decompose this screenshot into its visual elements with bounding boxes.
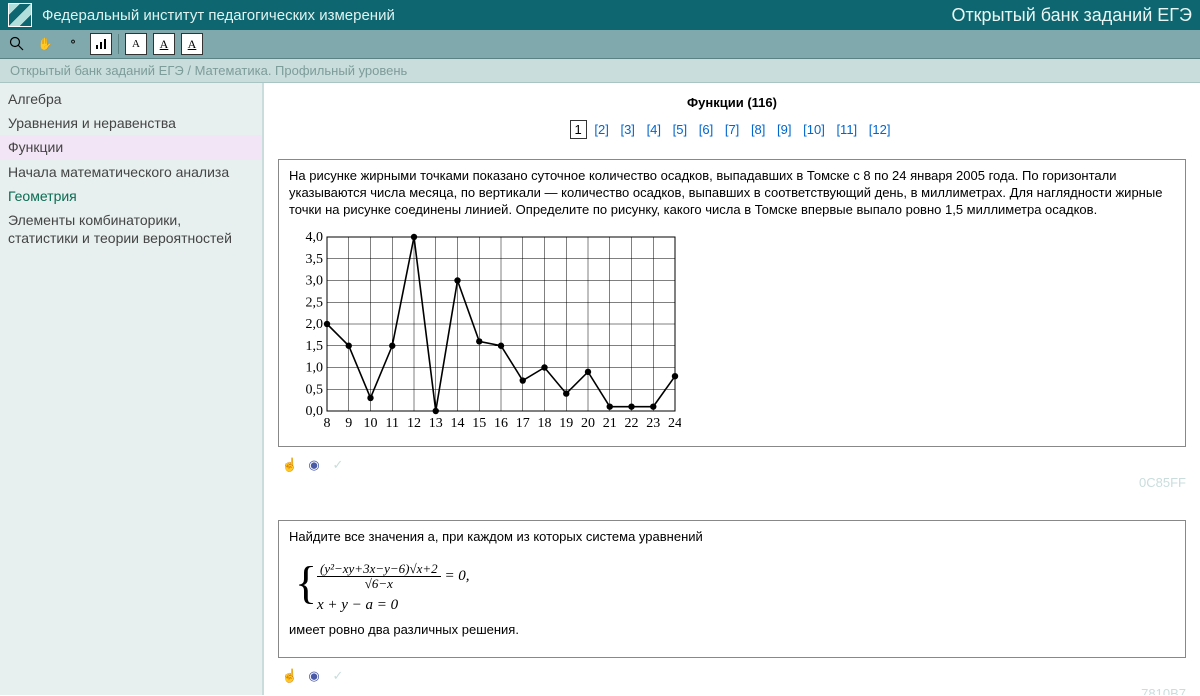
svg-text:23: 23	[646, 416, 660, 431]
font-size-medium[interactable]: A	[153, 33, 175, 55]
header-right: Открытый банк заданий ЕГЭ	[951, 5, 1192, 26]
svg-text:11: 11	[386, 416, 399, 431]
main-layout: Алгебра Уравнения и неравенства Функции …	[0, 83, 1200, 695]
task-code: 0C85FF	[278, 475, 1186, 490]
line-chart: 0,0 0,5 1,0 1,5 2,0 2,5 3,0 3,5 4,0 89 10 11 12 13 14 1…	[291, 231, 681, 431]
task-chart: 0,0 0,5 1,0 1,5 2,0 2,5 3,0 3,5 4,0 89 10 11 12 13 14 1…	[289, 227, 683, 433]
eye-icon[interactable]: ◉	[306, 457, 322, 473]
svg-text:3,5: 3,5	[306, 251, 324, 266]
sidebar-item-analysis[interactable]: Начала математического анализа	[0, 160, 262, 184]
svg-text:3,0: 3,0	[306, 273, 324, 288]
svg-text:0,5: 0,5	[306, 382, 324, 397]
task-text-2: имеет ровно два различных решения.	[289, 622, 1175, 639]
page-link[interactable]: [12]	[865, 121, 895, 138]
svg-text:14: 14	[451, 416, 465, 431]
svg-text:4,0: 4,0	[306, 231, 324, 245]
font-size-small[interactable]: A	[125, 33, 147, 55]
eq-numerator: (y²−xy+3x−y−6)√x+2	[317, 562, 441, 577]
chart-icon[interactable]	[90, 33, 112, 55]
pager: 1 [2] [3] [4] [5] [6] [7] [8] [9] [10] […	[278, 120, 1186, 139]
content-area: Функции (116) 1 [2] [3] [4] [5] [6] [7] …	[262, 83, 1200, 695]
check-icon[interactable]: ✓	[330, 668, 346, 684]
task-card: На рисунке жирными точками показано суто…	[278, 159, 1186, 447]
sidebar-item-combinatorics[interactable]: Элементы комбинаторики, статистики и тео…	[0, 208, 262, 250]
svg-text:24: 24	[668, 416, 681, 431]
brace-icon: {	[295, 560, 317, 606]
sidebar-item-algebra[interactable]: Алгебра	[0, 87, 262, 111]
page-link[interactable]: [10]	[799, 121, 829, 138]
eq-line-2: x + y − a = 0	[317, 597, 1171, 614]
svg-text:16: 16	[494, 416, 508, 431]
eq-denominator: √6−x	[317, 577, 441, 591]
svg-text:22: 22	[625, 416, 639, 431]
logo	[8, 3, 32, 27]
page-link[interactable]: 1	[570, 120, 587, 139]
task-footer: ☝ ◉ ✓	[278, 668, 1186, 684]
sidebar-item-geometry[interactable]: Геометрия	[0, 184, 262, 208]
page-link[interactable]: [11]	[832, 121, 861, 138]
svg-text:8: 8	[324, 416, 331, 431]
font-size-large[interactable]: A	[181, 33, 203, 55]
svg-text:12: 12	[407, 416, 421, 431]
svg-text:9: 9	[345, 416, 352, 431]
page-link[interactable]: [8]	[747, 121, 769, 138]
page-link[interactable]: [4]	[643, 121, 665, 138]
svg-text:1,5: 1,5	[306, 338, 324, 353]
task-text: На рисунке жирными точками показано суто…	[289, 168, 1175, 219]
breadcrumb: Открытый банк заданий ЕГЭ / Математика. …	[0, 59, 1200, 83]
page-link[interactable]: [2]	[590, 121, 612, 138]
svg-text:13: 13	[429, 416, 443, 431]
svg-text:20: 20	[581, 416, 595, 431]
toolbar: ✋ ° A A A	[0, 30, 1200, 59]
svg-text:15: 15	[472, 416, 486, 431]
svg-text:1,0: 1,0	[306, 360, 324, 375]
hand-icon[interactable]: ✋	[34, 33, 56, 55]
task-footer: ☝ ◉ ✓	[278, 457, 1186, 473]
header-title: Федеральный институт педагогических изме…	[42, 7, 395, 24]
sidebar: Алгебра Уравнения и неравенства Функции …	[0, 83, 262, 695]
eq-rhs: = 0,	[444, 568, 469, 584]
page-link[interactable]: [5]	[669, 121, 691, 138]
page-link[interactable]: [7]	[721, 121, 743, 138]
eye-icon[interactable]: ◉	[306, 668, 322, 684]
page-link[interactable]: [9]	[773, 121, 795, 138]
task-card: Найдите все значения a, при каждом из ко…	[278, 520, 1186, 658]
svg-text:2,0: 2,0	[306, 317, 324, 332]
svg-text:18: 18	[538, 416, 552, 431]
math-system: { (y²−xy+3x−y−6)√x+2 √6−x = 0, x + y − a…	[289, 554, 1175, 623]
task-code: 7810B7	[278, 686, 1186, 695]
hand-icon[interactable]: ☝	[282, 668, 298, 684]
svg-text:10: 10	[364, 416, 378, 431]
toolbar-separator	[118, 34, 119, 54]
search-icon[interactable]	[6, 33, 28, 55]
svg-text:21: 21	[603, 416, 617, 431]
page-link[interactable]: [6]	[695, 121, 717, 138]
svg-text:2,5: 2,5	[306, 295, 324, 310]
svg-text:17: 17	[516, 416, 530, 431]
sidebar-item-equations[interactable]: Уравнения и неравенства	[0, 111, 262, 135]
page-link[interactable]: [3]	[616, 121, 638, 138]
sidebar-item-functions[interactable]: Функции	[0, 135, 262, 159]
degree-icon[interactable]: °	[62, 33, 84, 55]
app-header: Федеральный институт педагогических изме…	[0, 0, 1200, 30]
page-title: Функции (116)	[278, 95, 1186, 110]
hand-icon[interactable]: ☝	[282, 457, 298, 473]
task-text: Найдите все значения a, при каждом из ко…	[289, 529, 1175, 546]
svg-text:0,0: 0,0	[306, 404, 324, 419]
svg-text:19: 19	[559, 416, 573, 431]
check-icon[interactable]: ✓	[330, 457, 346, 473]
